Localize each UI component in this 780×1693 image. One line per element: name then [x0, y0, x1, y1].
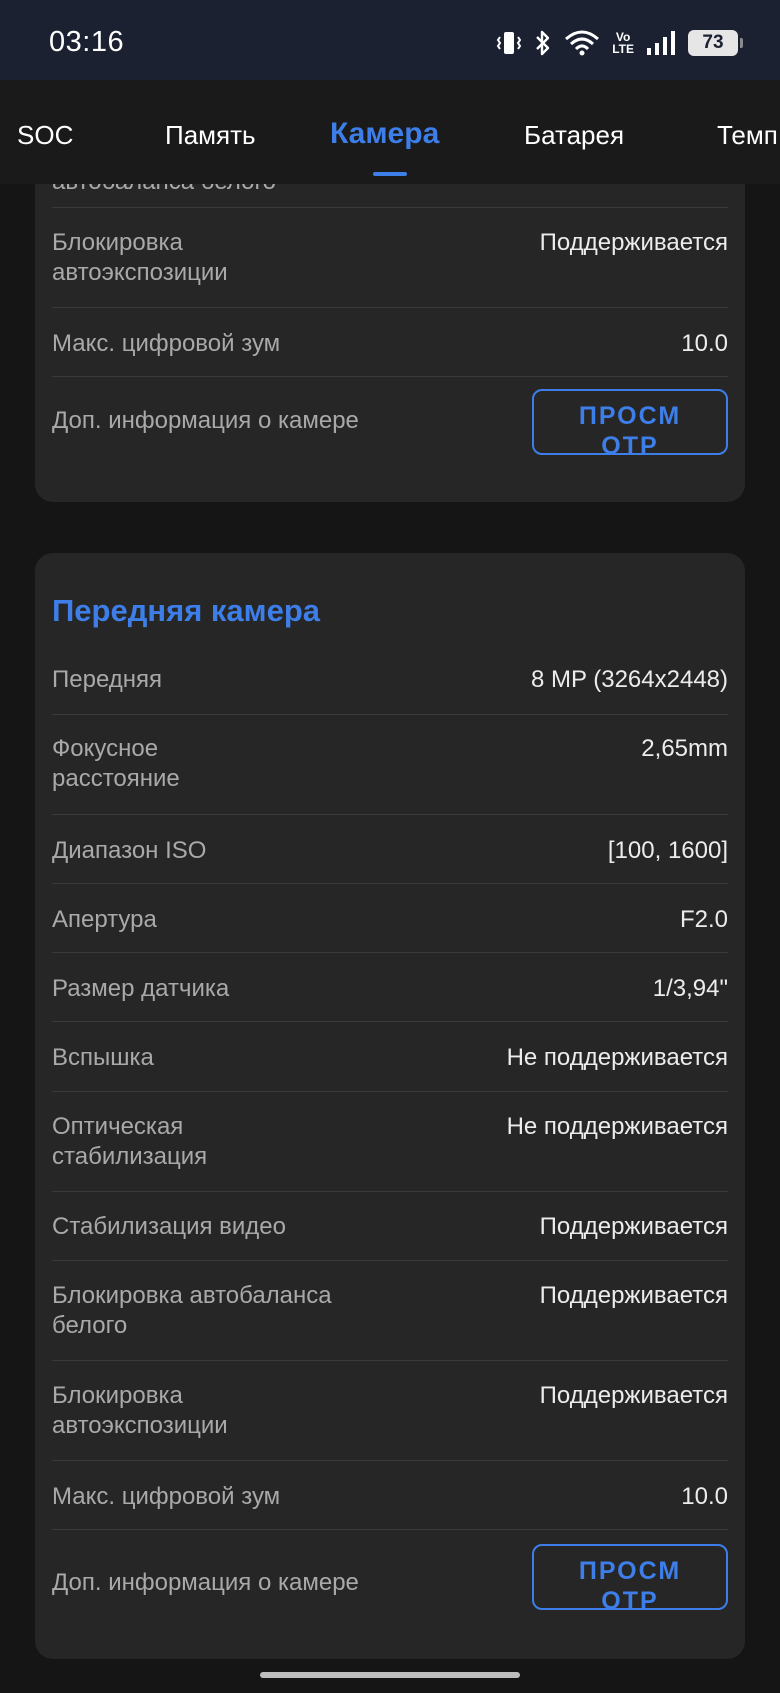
vibrate-icon	[496, 29, 522, 57]
row-label: Блокировка автоэкспозиции	[52, 229, 228, 286]
signal-icon	[646, 30, 676, 56]
info-row: Макс. цифровой зум 10.0	[52, 1461, 728, 1530]
info-row: автобаланса белого	[52, 184, 728, 208]
home-indicator[interactable]	[260, 1672, 520, 1678]
info-row: Доп. информация о камере ПРОСМОТР	[52, 377, 728, 502]
row-label: Диапазон ISO	[52, 837, 207, 864]
row-value: 10.0	[681, 330, 728, 357]
info-row: Макс. цифровой зум 10.0	[52, 308, 728, 377]
wifi-icon	[564, 29, 600, 57]
card-title: Передняя камера	[52, 593, 320, 628]
battery-icon: 73	[688, 30, 743, 56]
info-row: Блокировка автобаланса белого Поддержива…	[52, 1261, 728, 1361]
status-bar: 03:16 Vo LTE 73	[0, 0, 780, 80]
view-more-label: ПРОСМОТР	[578, 1557, 682, 1610]
row-label: Стабилизация видео	[52, 1213, 286, 1240]
camera-info-scroll[interactable]: автобаланса белого Блокировка автоэкспоз…	[0, 184, 780, 1693]
info-row: Размер датчика 1/3,94"	[52, 953, 728, 1022]
active-tab-indicator	[373, 172, 407, 176]
row-label: Размер датчика	[52, 975, 230, 1002]
battery-level: 73	[702, 32, 724, 53]
row-value: 1/3,94"	[652, 975, 728, 1002]
row-label: Вспышка	[52, 1044, 154, 1071]
row-label: автобаланса белого	[52, 184, 352, 197]
row-value: Не поддерживается	[506, 1113, 728, 1140]
volte-bottom-label: LTE	[612, 42, 634, 56]
row-label: Макс. цифровой зум	[52, 1483, 281, 1510]
rear-camera-card: автобаланса белого Блокировка автоэкспоз…	[35, 184, 745, 502]
view-more-label: ПРОСМОТР	[578, 402, 682, 455]
row-label: Блокировка автоэкспозиции	[52, 1382, 228, 1439]
status-icons: Vo LTE 73	[496, 26, 743, 60]
status-time: 03:16	[49, 26, 125, 58]
row-label: Фокусное расстояние	[52, 735, 180, 792]
row-value: Не поддерживается	[506, 1044, 728, 1071]
bluetooth-icon	[534, 29, 552, 57]
front-camera-card: Передняя камера Передняя 8 MP (3264x2448…	[35, 553, 745, 1659]
info-row: Передняя 8 MP (3264x2448)	[52, 645, 728, 715]
row-label: Блокировка автобаланса белого	[52, 1282, 332, 1339]
info-row: Блокировка автоэкспозиции Поддерживается	[52, 208, 728, 308]
row-value: Поддерживается	[539, 229, 728, 256]
info-row: Доп. информация о камере ПРОСМОТР	[52, 1530, 728, 1659]
row-value: 2,65mm	[641, 735, 728, 762]
row-value: [100, 1600]	[607, 837, 728, 864]
info-row: Диапазон ISO [100, 1600]	[52, 815, 728, 884]
row-value: Поддерживается	[539, 1382, 728, 1409]
tab-temperature[interactable]: Темп	[717, 120, 778, 151]
view-more-button[interactable]: ПРОСМОТР	[532, 389, 728, 455]
tab-soc[interactable]: SOC	[17, 120, 73, 151]
row-label: Передняя	[52, 666, 163, 693]
row-label: Доп. информация о камере	[52, 407, 359, 434]
tab-camera[interactable]: Камера	[330, 117, 439, 151]
row-value: Поддерживается	[539, 1213, 728, 1240]
info-row: Фокусное расстояние 2,65mm	[52, 715, 728, 815]
tab-memory[interactable]: Память	[165, 120, 256, 151]
row-value: Поддерживается	[539, 1282, 728, 1309]
row-value: F2.0	[679, 906, 728, 933]
view-more-button[interactable]: ПРОСМОТР	[532, 1544, 728, 1610]
row-value: 8 MP (3264x2448)	[530, 666, 728, 693]
info-row: Оптическая стабилизация Не поддерживаетс…	[52, 1092, 728, 1192]
row-label: Апертура	[52, 906, 157, 933]
row-label: Макс. цифровой зум	[52, 330, 281, 357]
row-value: 10.0	[681, 1483, 728, 1510]
info-row: Апертура F2.0	[52, 884, 728, 953]
info-row: Стабилизация видео Поддерживается	[52, 1192, 728, 1261]
volte-icon: Vo LTE	[612, 31, 634, 55]
row-label: Оптическая стабилизация	[52, 1113, 208, 1170]
info-row: Блокировка автоэкспозиции Поддерживается	[52, 1361, 728, 1461]
tab-bar: SOC Память Камера Батарея Темп	[0, 80, 780, 184]
row-label: Доп. информация о камере	[52, 1569, 359, 1596]
info-row: Вспышка Не поддерживается	[52, 1022, 728, 1092]
tab-battery[interactable]: Батарея	[524, 120, 624, 151]
